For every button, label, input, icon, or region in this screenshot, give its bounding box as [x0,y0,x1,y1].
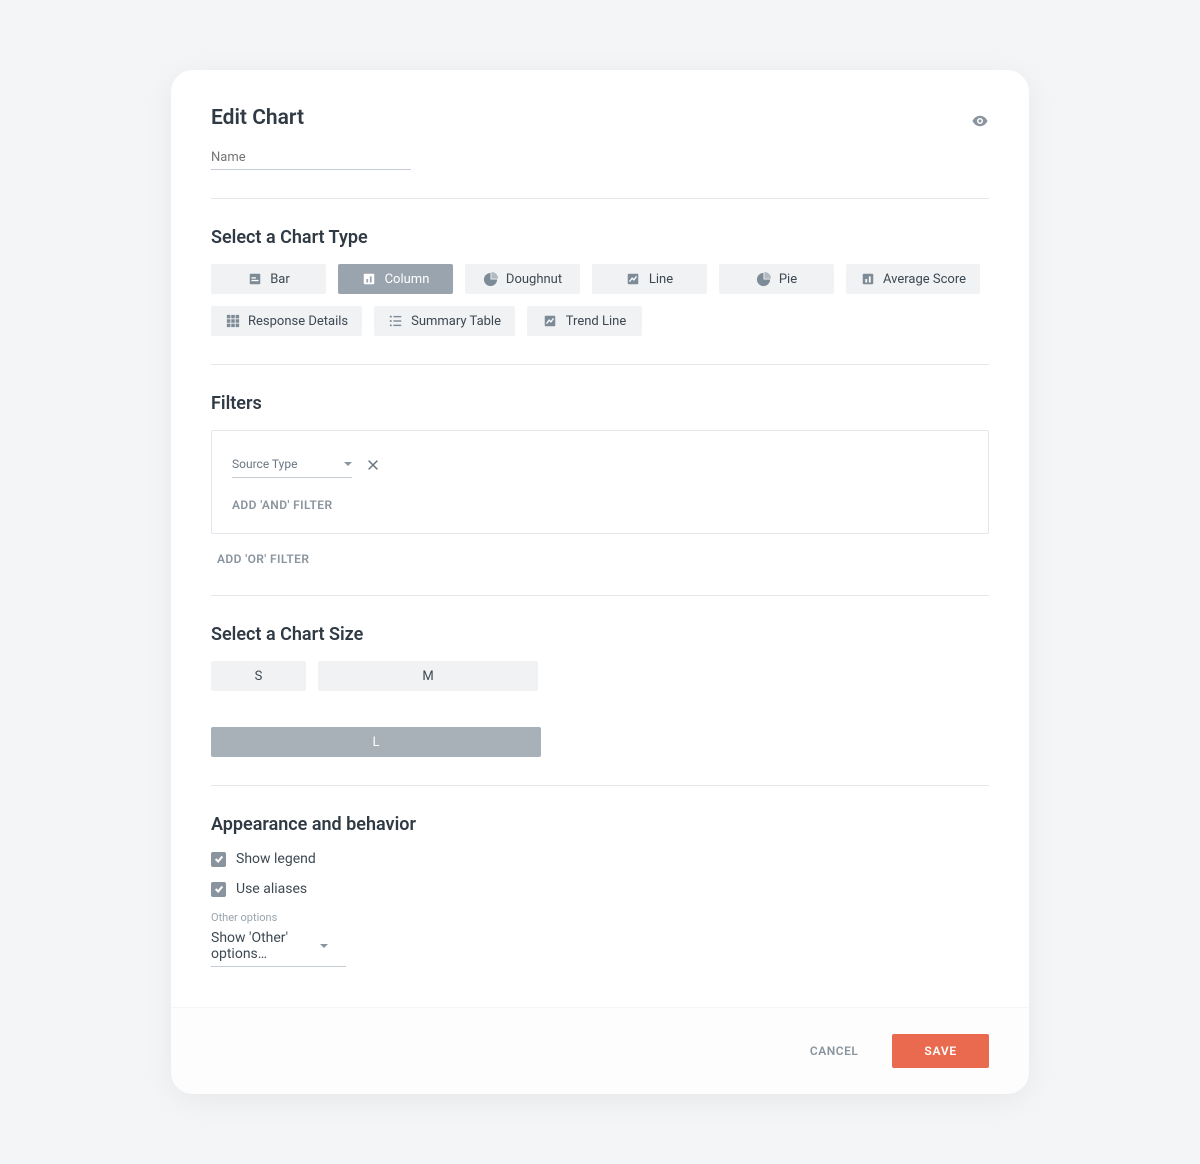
size-m-button[interactable]: M [318,661,538,691]
chart-type-summary-table[interactable]: Summary Table [374,306,515,336]
size-l-button[interactable]: L [211,727,541,757]
size-heading: Select a Chart Size [211,624,989,645]
line-chart-icon [626,272,641,287]
pie-chart-icon [756,272,771,287]
chart-type-label: Average Score [883,272,966,287]
size-row: S M L [211,661,989,757]
cancel-button[interactable]: CANCEL [796,1036,872,1066]
chart-type-label: Response Details [248,314,348,329]
chart-type-pie[interactable]: Pie [719,264,834,294]
use-aliases-checkbox[interactable] [211,882,226,897]
other-options-value: Show 'Other' options… [211,930,320,962]
chart-type-response-details[interactable]: Response Details [211,306,362,336]
other-options-label: Other options [211,911,989,924]
chart-type-trend-line[interactable]: Trend Line [527,306,642,336]
use-aliases-label: Use aliases [236,881,307,897]
chart-type-label: Summary Table [411,314,501,329]
chart-type-label: Trend Line [566,314,626,329]
save-button[interactable]: SAVE [892,1034,989,1068]
divider [211,198,989,199]
chart-type-grid: Bar Column Doughnut Line Pie Average Sco… [211,264,989,336]
chart-type-doughnut[interactable]: Doughnut [465,264,580,294]
show-legend-checkbox[interactable] [211,852,226,867]
dialog-footer: CANCEL SAVE [171,1007,1029,1094]
chart-type-label: Doughnut [506,272,562,287]
filters-heading: Filters [211,393,989,414]
remove-filter-icon[interactable] [364,456,382,474]
divider [211,364,989,365]
chevron-down-icon [320,944,328,948]
chart-type-column[interactable]: Column [338,264,453,294]
other-options-select[interactable]: Show 'Other' options… [211,926,346,967]
size-s-button[interactable]: S [211,661,306,691]
edit-chart-dialog: Edit Chart Select a Chart Type Bar Colum… [171,70,1029,1094]
divider [211,595,989,596]
chart-type-heading: Select a Chart Type [211,227,989,248]
filter-source-type-select[interactable]: Source Type [232,451,352,478]
preview-icon[interactable] [971,112,989,130]
add-and-filter-button[interactable]: ADD 'AND' FILTER [232,498,332,512]
chart-type-bar[interactable]: Bar [211,264,326,294]
list-icon [388,314,403,329]
column-chart-icon [362,272,377,287]
doughnut-chart-icon [483,272,498,287]
appearance-heading: Appearance and behavior [211,814,989,835]
chart-type-label: Pie [779,272,797,287]
show-legend-label: Show legend [236,851,316,867]
grid-icon [225,314,240,329]
trend-line-icon [543,314,558,329]
divider [211,785,989,786]
chart-type-line[interactable]: Line [592,264,707,294]
chart-type-label: Column [385,272,430,287]
chart-type-average-score[interactable]: Average Score [846,264,980,294]
chart-type-label: Bar [270,272,290,287]
bar-chart-icon [247,272,262,287]
filter-select-label: Source Type [232,457,297,471]
average-score-icon [860,272,875,287]
chevron-down-icon [344,462,352,466]
filters-box: Source Type ADD 'AND' FILTER [211,430,989,534]
chart-type-label: Line [649,272,673,287]
dialog-title: Edit Chart [211,106,411,130]
add-or-filter-button[interactable]: ADD 'OR' FILTER [217,552,309,566]
chart-name-input[interactable] [211,146,411,170]
